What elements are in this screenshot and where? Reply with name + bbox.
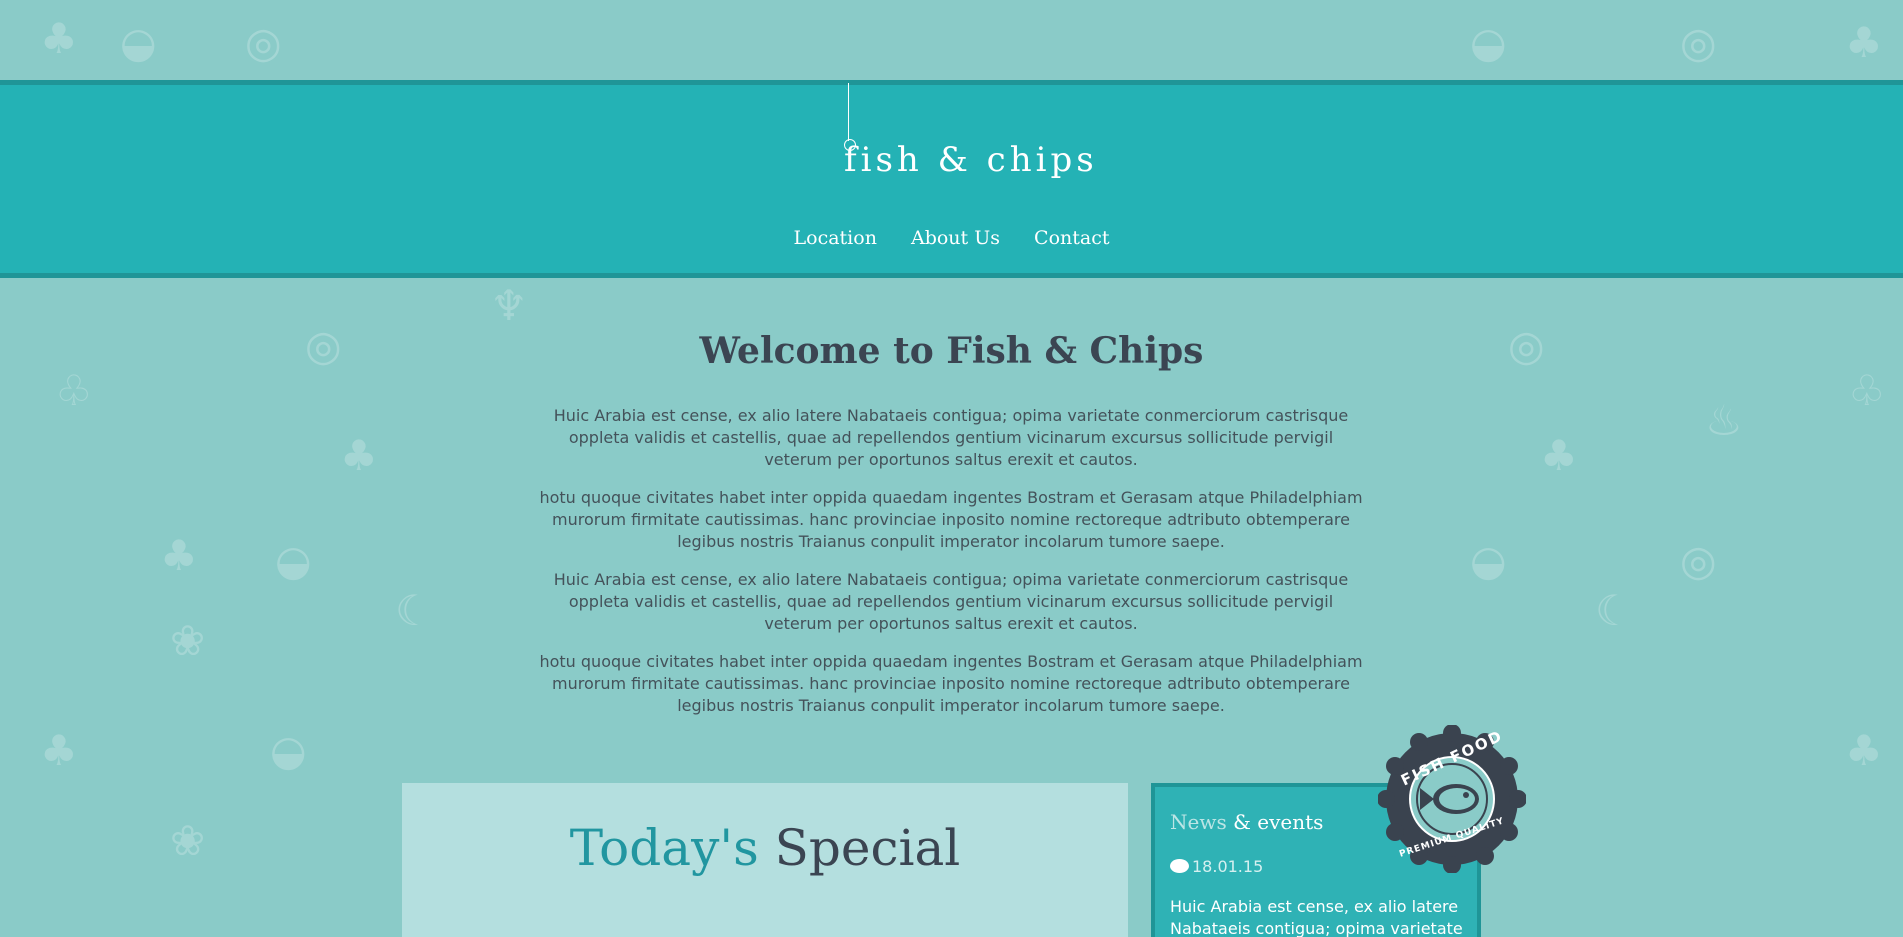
watermelon-icon: ◒ (275, 536, 312, 585)
todays-special-title: Today's Special (402, 823, 1128, 873)
watermelon-icon: ◒ (1470, 18, 1507, 67)
wine-glass-icon: ♆ (490, 281, 528, 330)
news-date: 18.01.15 (1170, 857, 1263, 876)
cherry-icon: ♧ (55, 366, 93, 415)
donut-icon: ◎ (1680, 536, 1717, 585)
intro-section: Huic Arabia est cense, ex alio latere Na… (536, 405, 1366, 733)
badge-top-text: FISH FOOD (1398, 726, 1506, 790)
site-logo[interactable]: fish & chips (844, 140, 1098, 180)
special-title-main: Special (774, 819, 961, 877)
fish-hook-icon (848, 83, 849, 141)
pineapple-icon: ♣ (40, 14, 78, 63)
site-header: fish & chips Location About Us Contact (0, 80, 1903, 278)
news-date-text: 18.01.15 (1192, 857, 1264, 876)
news-item-text[interactable]: Huic Arabia est cense, ex alio latere Na… (1170, 896, 1470, 937)
page: ♣ ◒ ◎ ◒ ◎ ♣ ♆ ◎ ◎ ♧ ♧ ♣ ♣ ♣ ◒ ◒ ◎ ☾ ☾ ❀ … (0, 0, 1903, 937)
donut-icon: ◎ (245, 18, 282, 67)
news-title: News & events (1170, 810, 1323, 834)
broccoli-icon: ♣ (340, 431, 378, 480)
pineapple-icon: ♣ (1845, 18, 1883, 67)
pineapple-icon: ♣ (1845, 726, 1883, 775)
nav-contact[interactable]: Contact (1034, 227, 1109, 249)
donut-icon: ◎ (1680, 18, 1717, 67)
main-nav: Location About Us Contact (0, 227, 1903, 249)
grapes-icon: ❀ (170, 816, 206, 865)
news-title-main: & events (1233, 810, 1324, 834)
watermelon-icon: ◒ (120, 18, 157, 67)
welcome-heading: Welcome to Fish & Chips (699, 330, 1204, 372)
speech-bubble-icon (1170, 859, 1189, 873)
badge-bottom-text: PREMIUM QUALITY (1398, 816, 1506, 860)
grill-icon: ♨ (1705, 396, 1743, 445)
watermelon-icon: ◒ (1470, 536, 1507, 585)
pineapple-icon: ♣ (40, 726, 78, 775)
intro-paragraph: Huic Arabia est cense, ex alio latere Na… (553, 406, 1349, 469)
fish-food-badge: FISH FOOD PREMIUM QUALITY (1377, 724, 1527, 874)
todays-special-panel: Today's Special (402, 783, 1128, 937)
news-title-muted: News (1170, 810, 1227, 834)
intro-paragraph: hotu quoque civitates habet inter oppida… (539, 488, 1363, 551)
nav-location[interactable]: Location (794, 227, 877, 249)
nav-about-us[interactable]: About Us (911, 227, 1000, 249)
banana-icon: ☾ (395, 586, 433, 635)
broccoli-icon: ♣ (1540, 431, 1578, 480)
cherry-icon: ♧ (1848, 366, 1886, 415)
banana-icon: ☾ (1595, 586, 1633, 635)
pineapple-icon: ♣ (160, 531, 198, 580)
intro-paragraph: Huic Arabia est cense, ex alio latere Na… (553, 570, 1349, 633)
intro-paragraph: hotu quoque civitates habet inter oppida… (539, 652, 1363, 715)
special-title-accent: Today's (569, 819, 759, 877)
watermelon-icon: ◒ (270, 726, 307, 775)
grapes-icon: ❀ (170, 616, 206, 665)
